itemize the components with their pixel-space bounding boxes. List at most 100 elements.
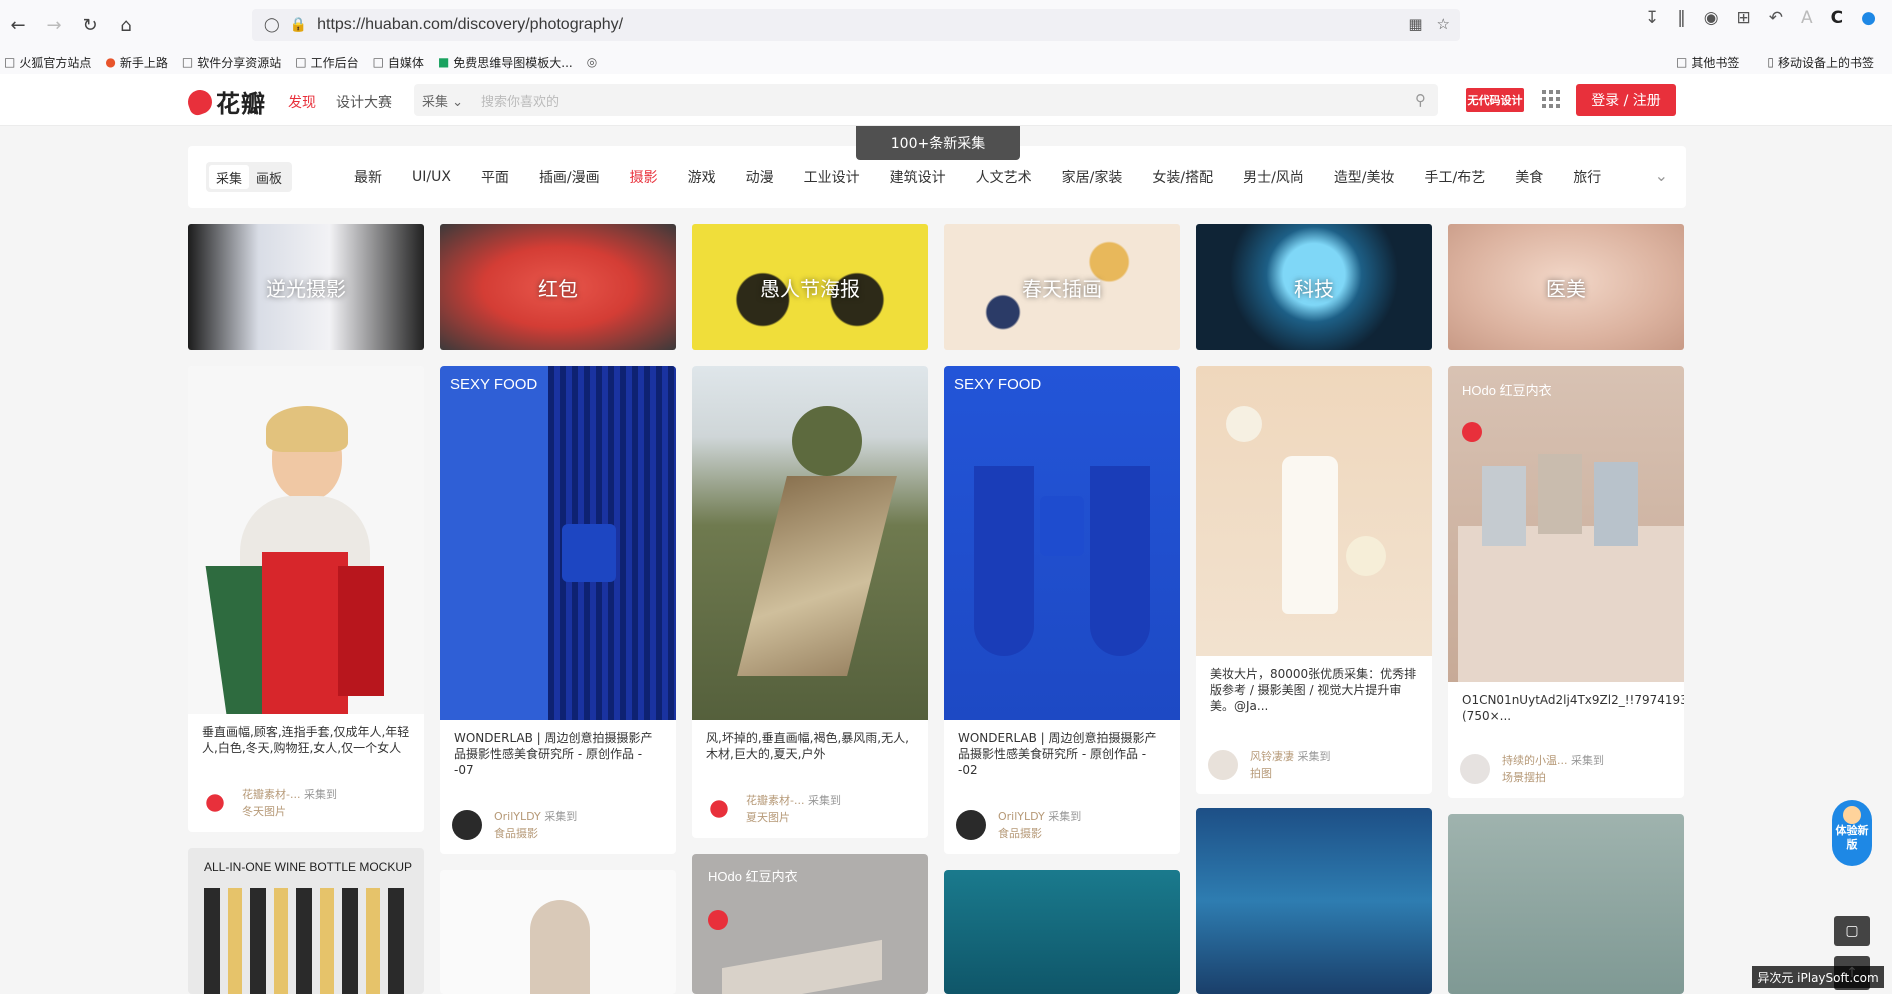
pin-card[interactable]: ALL-IN-ONE WINE BOTTLE MOCKUP (188, 848, 424, 994)
avatar[interactable] (200, 788, 230, 818)
feedback-icon[interactable]: ▢ (1834, 916, 1870, 946)
category-item[interactable]: UI/UX (412, 169, 451, 185)
category-item[interactable]: 人文艺术 (976, 167, 1032, 187)
chevron-down-icon[interactable]: ⌄ (1655, 166, 1668, 185)
topic-tile[interactable]: 春天插画 (944, 224, 1180, 350)
user-name[interactable]: 花瓣素材-... (746, 794, 804, 807)
bookmark-item[interactable]: ● 新手上路 (105, 54, 168, 71)
board-name[interactable]: 夏天图片 (746, 809, 841, 826)
login-register-button[interactable]: 登录 / 注册 (1576, 84, 1676, 116)
category-item[interactable]: 美食 (1515, 167, 1543, 187)
pin-image[interactable] (692, 366, 928, 720)
crop-icon[interactable]: ⊞ (1737, 8, 1751, 28)
c-icon[interactable]: C (1831, 8, 1843, 28)
new-pins-toast[interactable]: 100+条新采集 (856, 126, 1020, 160)
avatar[interactable] (452, 810, 482, 840)
home-icon[interactable]: ⌂ (108, 7, 144, 43)
bookmark-item[interactable]: □ 火狐官方站点 (4, 54, 91, 71)
board-name[interactable]: 拍图 (1250, 765, 1331, 782)
user-name[interactable]: 花瓣素材-... (242, 788, 300, 801)
bookmark-item[interactable]: □ 工作后台 (295, 54, 358, 71)
mobile-bookmarks[interactable]: ▯ 移动设备上的书签 (1767, 54, 1874, 71)
lock-icon[interactable]: 🔒 (290, 17, 307, 33)
avatar[interactable] (956, 810, 986, 840)
topic-tile[interactable]: 科技 (1196, 224, 1432, 350)
try-new-version-button[interactable]: 体验新版 (1832, 800, 1872, 866)
pin-image[interactable]: SEXY FOOD (440, 366, 676, 720)
search-input[interactable]: 搜索你喜欢的 (481, 91, 1415, 110)
topic-tile[interactable]: 逆光摄影 (188, 224, 424, 350)
avatar[interactable] (1208, 750, 1238, 780)
category-item[interactable]: 平面 (481, 167, 509, 187)
nav-contest[interactable]: 设计大赛 (336, 92, 392, 112)
category-item[interactable]: 女装/搭配 (1152, 167, 1213, 187)
pin-card[interactable]: SEXY FOOD WONDERLAB | 周边创意拍摄摄影产品摄影性感美食研究… (440, 366, 676, 854)
apps-grid-icon[interactable] (1542, 90, 1560, 108)
user-name[interactable]: 持续的小温... (1502, 754, 1568, 767)
category-item[interactable]: 旅行 (1573, 167, 1601, 187)
user-name[interactable]: 风铃凄凄 (1250, 750, 1294, 763)
avatar[interactable] (704, 794, 734, 824)
back-icon[interactable]: ← (0, 7, 36, 43)
board-name[interactable]: 食品摄影 (494, 825, 577, 842)
toggle-boards[interactable]: 画板 (249, 165, 289, 189)
nocode-design-badge[interactable]: 无代码设计 (1466, 88, 1524, 112)
font-icon[interactable]: A (1801, 8, 1813, 28)
pin-card[interactable] (440, 870, 676, 994)
category-item[interactable]: 插画/漫画 (539, 167, 600, 187)
category-item[interactable]: 动漫 (746, 167, 774, 187)
avatar[interactable] (1460, 754, 1490, 784)
pin-card[interactable]: HOdo 红豆内衣 O1CN01nUytAd2lj4Tx9Zl2_!!79741… (1448, 366, 1684, 798)
board-name[interactable]: 场景摆拍 (1502, 769, 1604, 786)
chat-icon[interactable]: ◉ (1704, 8, 1719, 28)
user-name[interactable]: OrilYLDY (998, 810, 1045, 823)
category-item[interactable]: 男士/风尚 (1243, 167, 1304, 187)
pin-card[interactable]: 美妆大片，80000张优质采集：优秀排版参考 / 摄影美图 / 视觉大片提升审美… (1196, 366, 1432, 794)
search-bar[interactable]: 采集 ⌄ 搜索你喜欢的 ⚲ (414, 84, 1438, 116)
nav-discover[interactable]: 发现 (288, 92, 316, 112)
forward-icon[interactable]: → (36, 7, 72, 43)
address-bar[interactable]: ◯ 🔒 https://huaban.com/discovery/photogr… (252, 9, 1460, 41)
huaban-logo[interactable]: 花瓣 (184, 84, 266, 119)
bookmark-star-icon[interactable]: ☆ (1437, 15, 1450, 33)
undo-icon[interactable]: ↶ (1769, 8, 1783, 28)
shield-icon[interactable]: ◯ (264, 17, 280, 33)
search-icon[interactable]: ⚲ (1415, 91, 1426, 109)
category-item[interactable]: 游戏 (688, 167, 716, 187)
category-item[interactable]: 家居/家装 (1062, 167, 1123, 187)
category-item-active[interactable]: 摄影 (630, 167, 658, 187)
topic-tile[interactable]: 红包 (440, 224, 676, 350)
other-bookmarks[interactable]: □ 其他书签 (1676, 54, 1739, 71)
pin-card[interactable]: 垂直画幅,顾客,连指手套,仅成年人,年轻人,白色,冬天,购物狂,女人,仅一个女人… (188, 366, 424, 832)
download-icon[interactable]: ↧ (1645, 8, 1659, 28)
category-item[interactable]: 工业设计 (804, 167, 860, 187)
bookmark-item[interactable]: □ 自媒体 (373, 54, 424, 71)
url-text[interactable]: https://huaban.com/discovery/photography… (317, 16, 623, 34)
board-name[interactable]: 冬天图片 (242, 803, 337, 820)
category-item[interactable]: 最新 (354, 167, 382, 187)
topic-tile[interactable]: 医美 (1448, 224, 1684, 350)
profile-icon[interactable]: ● (1861, 8, 1876, 28)
pin-card[interactable]: HOdo 红豆内衣 (692, 854, 928, 994)
category-item[interactable]: 建筑设计 (890, 167, 946, 187)
toggle-pins[interactable]: 采集 (209, 165, 250, 189)
board-name[interactable]: 食品摄影 (998, 825, 1081, 842)
qr-code-icon[interactable]: ▦ (1408, 15, 1422, 33)
bookmark-item[interactable]: ■ 免费思维导图模板大... (438, 54, 573, 71)
pin-image[interactable] (188, 366, 424, 714)
pin-image[interactable]: HOdo 红豆内衣 (1448, 366, 1684, 682)
user-name[interactable]: OrilYLDY (494, 810, 541, 823)
pin-card[interactable] (1448, 814, 1684, 994)
pin-card[interactable] (1196, 808, 1432, 994)
category-item[interactable]: 造型/美妆 (1334, 167, 1395, 187)
reload-icon[interactable]: ↻ (72, 7, 108, 43)
category-item[interactable]: 手工/布艺 (1425, 167, 1486, 187)
library-icon[interactable]: ‖ (1677, 8, 1686, 28)
bookmark-item[interactable]: □ 软件分享资源站 (182, 54, 281, 71)
pin-card[interactable]: 风,坏掉的,垂直画幅,褐色,暴风雨,无人,木材,巨大的,夏天,户外 花瓣素材-.… (692, 366, 928, 838)
pin-card[interactable]: SEXY FOOD WONDERLAB | 周边创意拍摄摄影产品摄影性感美食研究… (944, 366, 1180, 854)
topic-tile[interactable]: 愚人节海报 (692, 224, 928, 350)
search-scope-select[interactable]: 采集 ⌄ (422, 91, 463, 110)
globe-icon[interactable]: ◎ (587, 55, 601, 69)
pin-image[interactable] (1196, 366, 1432, 656)
